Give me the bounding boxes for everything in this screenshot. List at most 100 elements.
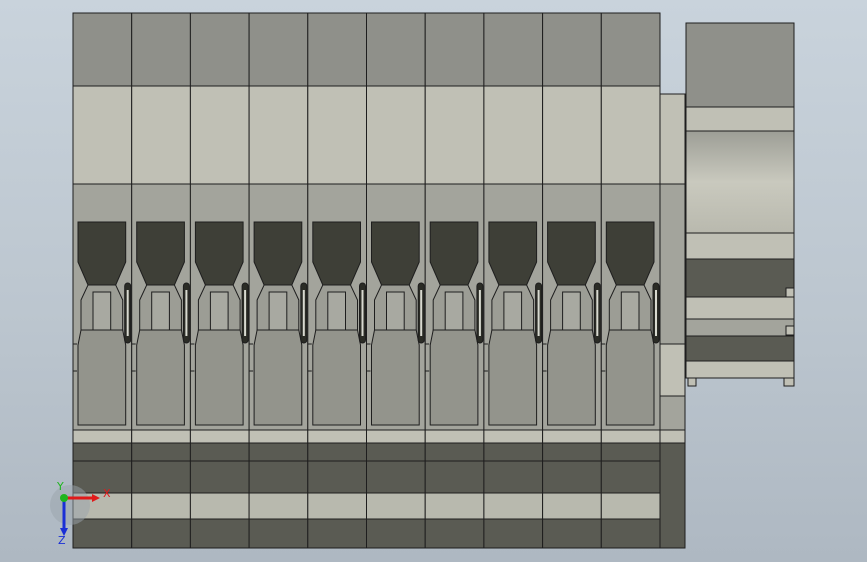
cad-viewport[interactable]: X Y Z	[0, 0, 867, 562]
module-stripe	[366, 429, 426, 444]
end-plate-mid	[659, 183, 686, 345]
module-bottom-base	[600, 518, 661, 549]
module-top-block	[189, 12, 250, 87]
end-block-cylinder	[685, 130, 795, 234]
module-bottom-dark-2	[483, 460, 544, 494]
module-4	[248, 12, 309, 549]
module-bottom-dark	[424, 442, 485, 462]
slot-neck-inner	[151, 291, 170, 331]
cad-model-canvas[interactable]: X Y Z	[0, 0, 867, 562]
module-top-block	[72, 12, 133, 87]
module-stripe	[248, 429, 309, 444]
module-bottom-base	[72, 518, 133, 549]
module-bottom-dark	[72, 442, 133, 462]
module-bottom-dark	[600, 442, 661, 462]
end-block-foot-right	[783, 377, 795, 387]
z-axis-label: Z	[58, 534, 66, 547]
clamp-spring-highlight	[478, 290, 481, 336]
module-10	[600, 12, 661, 549]
module-bottom-dark-2	[424, 460, 485, 494]
module-stripe	[72, 429, 133, 444]
slot-body	[547, 329, 596, 426]
y-axis-label: Y	[56, 480, 64, 493]
slot-neck-inner	[92, 291, 112, 331]
end-block-dark	[685, 258, 795, 298]
end-block-band	[685, 106, 795, 132]
terminal-block-assembly[interactable]	[72, 12, 795, 549]
module-light-band	[72, 85, 133, 185]
module-1	[72, 12, 133, 549]
module-bottom-light	[483, 492, 544, 520]
clamp-spring-highlight	[185, 290, 188, 336]
module-bottom-base	[366, 518, 426, 549]
module-2	[131, 12, 191, 549]
module-bottom-light	[542, 492, 602, 520]
slot-neck-inner	[386, 291, 405, 331]
end-block-foot	[685, 360, 795, 379]
module-top-block	[542, 12, 602, 87]
module-stripe	[542, 429, 602, 444]
clamp-spring-highlight	[361, 290, 364, 336]
module-bottom-dark-2	[248, 460, 309, 494]
slot-body	[605, 329, 655, 426]
module-top-block	[366, 12, 426, 87]
module-bottom-light	[131, 492, 191, 520]
slot-body	[429, 329, 479, 426]
clamp-spring-highlight	[537, 290, 540, 336]
slot-neck-inner	[503, 291, 523, 331]
module-stripe	[307, 429, 367, 444]
slot-body	[136, 329, 185, 426]
module-light-band	[542, 85, 602, 185]
module-top-block	[483, 12, 544, 87]
clamp-spring-highlight	[420, 290, 423, 336]
module-top-block	[248, 12, 309, 87]
module-light-band	[483, 85, 544, 185]
slot-funnel	[605, 221, 655, 286]
module-bottom-dark	[542, 442, 602, 462]
module-top-block	[307, 12, 367, 87]
module-bottom-dark-2	[131, 460, 191, 494]
slot-funnel	[488, 221, 538, 286]
module-bottom-dark	[483, 442, 544, 462]
end-block-top	[685, 22, 795, 108]
module-bottom-light	[248, 492, 309, 520]
module-light-band	[600, 85, 661, 185]
module-top-block	[424, 12, 485, 87]
module-stripe	[189, 429, 250, 444]
end-plate-lower	[659, 395, 686, 431]
end-plate-bottom	[659, 442, 686, 549]
end-block-foot-left	[687, 377, 697, 387]
slot-funnel	[253, 221, 303, 286]
slot-funnel	[429, 221, 479, 286]
module-bottom-base	[483, 518, 544, 549]
module-stripe	[424, 429, 485, 444]
slot-body	[312, 329, 361, 426]
module-bottom-dark-2	[366, 460, 426, 494]
module-9	[542, 12, 602, 549]
module-bottom-dark-2	[189, 460, 250, 494]
module-bottom-dark	[189, 442, 250, 462]
end-block-notch-2	[785, 325, 795, 336]
slot-body	[194, 329, 244, 426]
module-3	[189, 12, 250, 549]
right-end-block	[685, 22, 795, 387]
x-axis-label: X	[103, 487, 111, 500]
module-8	[483, 12, 544, 549]
slot-funnel	[547, 221, 596, 286]
module-bottom-dark	[131, 442, 191, 462]
slot-body	[253, 329, 303, 426]
module-bottom-base	[248, 518, 309, 549]
module-bottom-base	[542, 518, 602, 549]
module-bottom-light	[366, 492, 426, 520]
end-block-ring	[685, 232, 795, 260]
module-bottom-dark-2	[542, 460, 602, 494]
slot-neck-inner	[209, 291, 229, 331]
module-6	[366, 12, 426, 549]
module-bottom-dark-2	[600, 460, 661, 494]
module-bottom-light	[600, 492, 661, 520]
end-block-lower-dark	[685, 335, 795, 362]
module-5	[307, 12, 367, 549]
end-block-notch	[785, 287, 795, 298]
module-light-band	[131, 85, 191, 185]
module-bottom-base	[189, 518, 250, 549]
